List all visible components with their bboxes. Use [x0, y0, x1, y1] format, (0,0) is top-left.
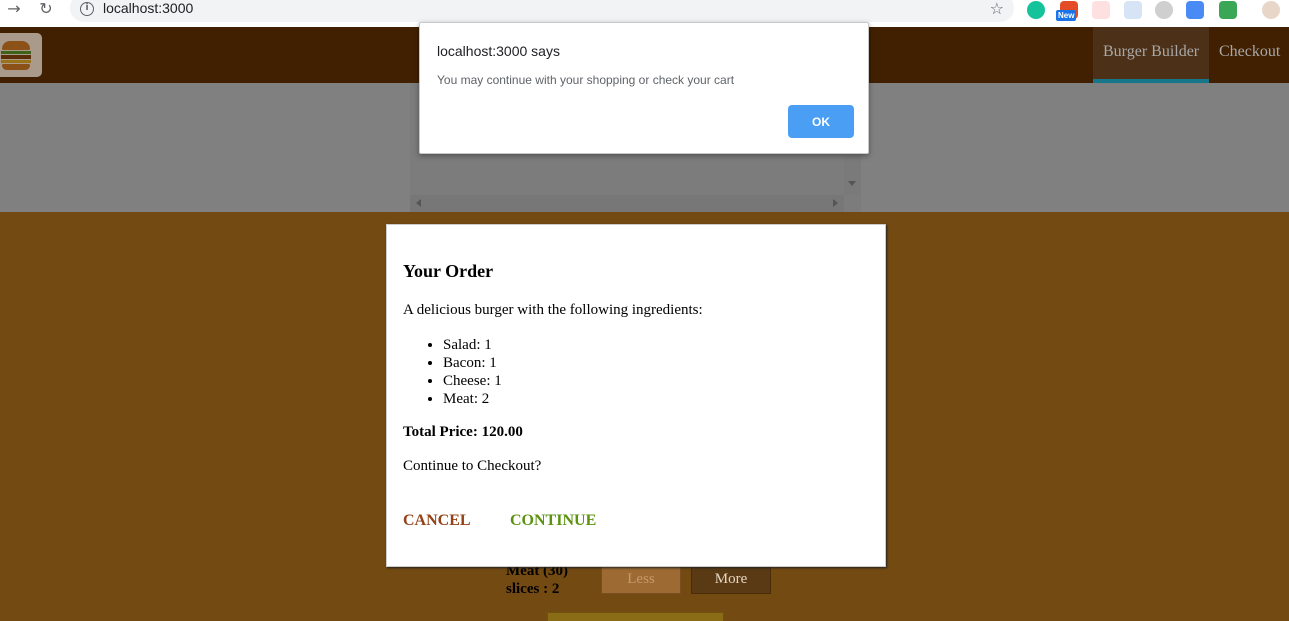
less-button[interactable]: Less	[601, 564, 681, 594]
list-item: Bacon: 1	[443, 354, 502, 372]
order-summary-modal: Your Order A delicious burger with the f…	[386, 224, 886, 567]
extension-icon[interactable]	[1219, 1, 1237, 19]
continue-button[interactable]: CONTINUE	[510, 512, 596, 530]
checkout-question: Continue to Checkout?	[403, 458, 542, 474]
alert-dialog: localhost:3000 says You may continue wit…	[419, 22, 869, 154]
reload-icon[interactable]: ↻	[37, 0, 55, 18]
back-arrow-icon[interactable]: →	[5, 0, 23, 18]
burger-logo-icon	[0, 33, 42, 77]
list-item: Meat: 2	[443, 390, 502, 408]
new-badge: New	[1056, 10, 1077, 21]
alert-message: You may continue with your shopping or c…	[437, 73, 735, 87]
extension-icon[interactable]	[1124, 1, 1142, 19]
ingredient-list: Salad: 1 Bacon: 1 Cheese: 1 Meat: 2	[443, 336, 502, 408]
cancel-button[interactable]: CANCEL	[403, 512, 471, 530]
order-now-button[interactable]	[547, 612, 724, 621]
nav-burger-builder[interactable]: Burger Builder	[1093, 27, 1210, 83]
nav-checkout[interactable]: Checkout	[1209, 27, 1289, 83]
horizontal-scrollbar[interactable]	[410, 195, 844, 212]
grammarly-icon[interactable]	[1027, 1, 1045, 19]
meat-control-label: Meat (30) slices : 2	[506, 563, 569, 597]
ok-button[interactable]: OK	[788, 105, 854, 138]
extension-icon[interactable]	[1186, 1, 1204, 19]
order-intro: A delicious burger with the following in…	[403, 302, 703, 318]
list-item: Salad: 1	[443, 336, 502, 354]
extension-icon[interactable]	[1092, 1, 1110, 19]
url-text: localhost:3000	[103, 0, 194, 16]
extension-icon[interactable]	[1155, 1, 1173, 19]
scroll-right-icon[interactable]	[833, 199, 838, 207]
modal-title: Your Order	[403, 261, 494, 281]
more-button[interactable]: More	[691, 564, 771, 594]
scroll-left-icon[interactable]	[416, 199, 421, 207]
total-price: Total Price: 120.00	[403, 424, 523, 440]
scroll-corner	[844, 195, 861, 212]
list-item: Cheese: 1	[443, 372, 502, 390]
star-icon[interactable]: ☆	[990, 0, 1004, 18]
profile-avatar-icon[interactable]	[1262, 1, 1280, 19]
alert-title: localhost:3000 says	[437, 43, 560, 59]
scroll-down-icon[interactable]	[848, 181, 856, 186]
info-icon[interactable]: i	[80, 2, 94, 16]
address-bar[interactable]: i localhost:3000 ☆	[70, 0, 1014, 22]
